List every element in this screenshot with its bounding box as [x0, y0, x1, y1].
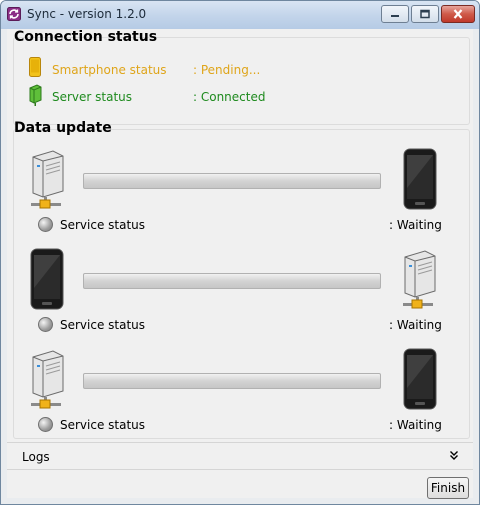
close-button[interactable]	[441, 5, 475, 23]
service-status-indicator	[38, 317, 53, 332]
service-status-label: Service status	[60, 318, 146, 332]
logs-label[interactable]: Logs	[22, 450, 50, 464]
service-status-indicator	[38, 417, 53, 432]
row-status: : Waiting	[389, 418, 442, 432]
row-status: : Waiting	[389, 318, 442, 332]
service-status-label: Service status	[60, 218, 146, 232]
phone-icon	[30, 248, 64, 310]
connection-status-heading: Connection status	[14, 29, 158, 45]
smartphone-status-label: Smartphone status	[52, 63, 167, 77]
server-icon	[31, 150, 64, 209]
row-status: : Waiting	[389, 218, 442, 232]
sync-window: Sync - version 1.2.0 Connection status S…	[0, 0, 480, 505]
service-status-label: Service status	[60, 418, 146, 432]
progress-bar	[83, 373, 381, 389]
finish-button[interactable]: Finish	[427, 477, 469, 499]
phone-icon	[403, 348, 437, 410]
server-icon	[31, 350, 64, 409]
progress-bar	[83, 273, 381, 289]
smartphone-status-value: : Pending...	[193, 63, 261, 77]
double-chevron-down-icon[interactable]	[449, 450, 459, 461]
close-icon	[453, 9, 463, 19]
maximize-icon	[420, 9, 430, 19]
service-status-indicator	[38, 217, 53, 232]
server-icon	[403, 250, 436, 309]
title-bar[interactable]: Sync - version 1.2.0	[1, 1, 479, 29]
server-green-icon	[29, 84, 42, 106]
connection-status-group	[13, 37, 470, 125]
minimize-button[interactable]	[381, 5, 409, 23]
server-status-value: : Connected	[193, 90, 266, 104]
data-update-heading: Data update	[14, 120, 112, 136]
app-icon	[7, 7, 21, 21]
client-area: Connection status Smartphone status : Pe…	[7, 29, 473, 499]
logs-separator	[7, 442, 473, 443]
footer-separator	[7, 469, 473, 470]
phone-icon	[403, 148, 437, 210]
server-status-label: Server status	[52, 90, 133, 104]
progress-bar	[83, 173, 381, 189]
minimize-icon	[391, 15, 399, 17]
smartphone-icon	[29, 57, 41, 77]
window-title: Sync - version 1.2.0	[27, 7, 147, 21]
maximize-button[interactable]	[411, 5, 439, 23]
